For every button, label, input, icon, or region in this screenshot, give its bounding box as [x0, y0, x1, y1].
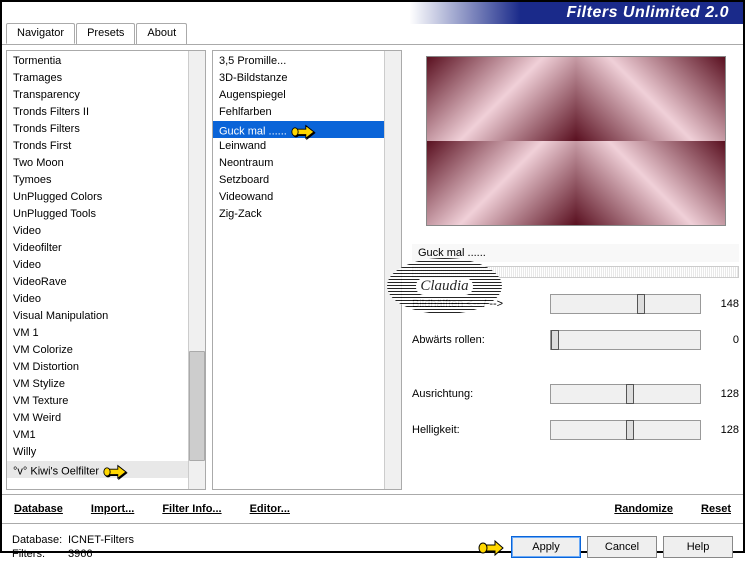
category-item[interactable]: Videofilter [7, 240, 188, 257]
pointing-hand-icon [477, 535, 505, 559]
tab-presets[interactable]: Presets [76, 23, 135, 44]
slider-thumb[interactable] [551, 330, 559, 350]
category-item[interactable]: Tronds Filters [7, 121, 188, 138]
slider-thumb[interactable] [626, 384, 634, 404]
filter-item[interactable]: Setzboard [213, 172, 384, 189]
param-slider[interactable] [550, 420, 701, 440]
param-row: Ausrichtung: 128 [412, 380, 739, 408]
filter-item[interactable]: Augenspiegel [213, 87, 384, 104]
category-item[interactable]: Tronds First [7, 138, 188, 155]
category-item[interactable]: VM Texture [7, 393, 188, 410]
param-value: 148 [709, 298, 739, 310]
category-item[interactable]: VM Stylize [7, 376, 188, 393]
filter-item[interactable]: Leinwand [213, 138, 384, 155]
category-item[interactable]: Tronds Filters II [7, 104, 188, 121]
help-button[interactable]: Help [663, 536, 733, 558]
param-slider[interactable] [550, 294, 701, 314]
category-item[interactable]: Two Moon [7, 155, 188, 172]
filter-item[interactable]: Fehlfarben [213, 104, 384, 121]
category-item[interactable]: VM Distortion [7, 359, 188, 376]
editor-link[interactable]: Editor... [250, 503, 290, 515]
database-link[interactable]: Database [14, 503, 63, 515]
param-slider[interactable] [550, 330, 701, 350]
filter-list[interactable]: 3,5 Promille...3D-BildstanzeAugenspiegel… [212, 50, 402, 490]
watermark-logo: Claudia [387, 258, 502, 314]
param-label: Abwärts rollen: [412, 334, 542, 346]
slider-thumb[interactable] [637, 294, 645, 314]
category-item[interactable]: Tormentia [7, 53, 188, 70]
toolbar: Database Import... Filter Info... Editor… [2, 494, 743, 524]
tab-navigator[interactable]: Navigator [6, 23, 75, 44]
param-value: 0 [709, 334, 739, 346]
param-label: Helligkeit: [412, 424, 542, 436]
category-item[interactable]: VM Colorize [7, 342, 188, 359]
tab-bar: Navigator Presets About [2, 23, 743, 45]
randomize-link[interactable]: Randomize [614, 503, 673, 515]
filter-item[interactable]: 3,5 Promille... [213, 53, 384, 70]
title-bar: Filters Unlimited 2.0 [2, 2, 743, 24]
category-item[interactable]: VM1 [7, 427, 188, 444]
category-item[interactable]: Visual Manipulation [7, 308, 188, 325]
param-value: 128 [709, 424, 739, 436]
db-label: Database: [12, 533, 68, 547]
param-value: 128 [709, 388, 739, 400]
import-link[interactable]: Import... [91, 503, 134, 515]
param-label: Ausrichtung: [412, 388, 542, 400]
category-item[interactable]: Video [7, 257, 188, 274]
filter-item[interactable]: Zig-Zack [213, 206, 384, 223]
filter-item[interactable]: Neontraum [213, 155, 384, 172]
slider-thumb[interactable] [626, 420, 634, 440]
left-scrollbar[interactable] [188, 51, 205, 489]
category-item[interactable]: VideoRave [7, 274, 188, 291]
footer-info: Database:ICNET-Filters Filters:3966 [12, 533, 477, 561]
pointing-hand-icon [291, 122, 317, 140]
category-item[interactable]: VM 1 [7, 325, 188, 342]
filters-label: Filters: [12, 547, 68, 561]
preview-image [426, 56, 726, 226]
category-list[interactable]: TormentiaTramagesTransparencyTronds Filt… [6, 50, 206, 490]
pointing-hand-icon [103, 462, 129, 480]
category-item[interactable]: Video [7, 223, 188, 240]
category-item[interactable]: Transparency [7, 87, 188, 104]
category-item[interactable]: Willy [7, 444, 188, 461]
param-row: Abwärts rollen: 0 [412, 326, 739, 354]
category-item[interactable]: Tramages [7, 70, 188, 87]
tab-about[interactable]: About [136, 23, 187, 44]
filter-item[interactable]: Videowand [213, 189, 384, 206]
filters-value: 3966 [68, 547, 92, 561]
filter-item[interactable]: Guck mal ...... [213, 121, 384, 138]
reset-link[interactable]: Reset [701, 503, 731, 515]
category-item[interactable]: VM Weird [7, 410, 188, 427]
filter-info-link[interactable]: Filter Info... [162, 503, 221, 515]
scroll-thumb[interactable] [189, 351, 205, 461]
param-slider[interactable] [550, 384, 701, 404]
db-value: ICNET-Filters [68, 533, 134, 547]
category-item[interactable]: Video [7, 291, 188, 308]
apply-button[interactable]: Apply [511, 536, 581, 558]
category-item[interactable]: °v° Kiwi's Oelfilter [7, 461, 188, 478]
filter-item[interactable]: 3D-Bildstanze [213, 70, 384, 87]
app-title: Filters Unlimited 2.0 [566, 4, 729, 22]
category-item[interactable]: UnPlugged Tools [7, 206, 188, 223]
category-item[interactable]: UnPlugged Colors [7, 189, 188, 206]
param-row: Helligkeit: 128 [412, 416, 739, 444]
category-item[interactable]: Tymoes [7, 172, 188, 189]
cancel-button[interactable]: Cancel [587, 536, 657, 558]
